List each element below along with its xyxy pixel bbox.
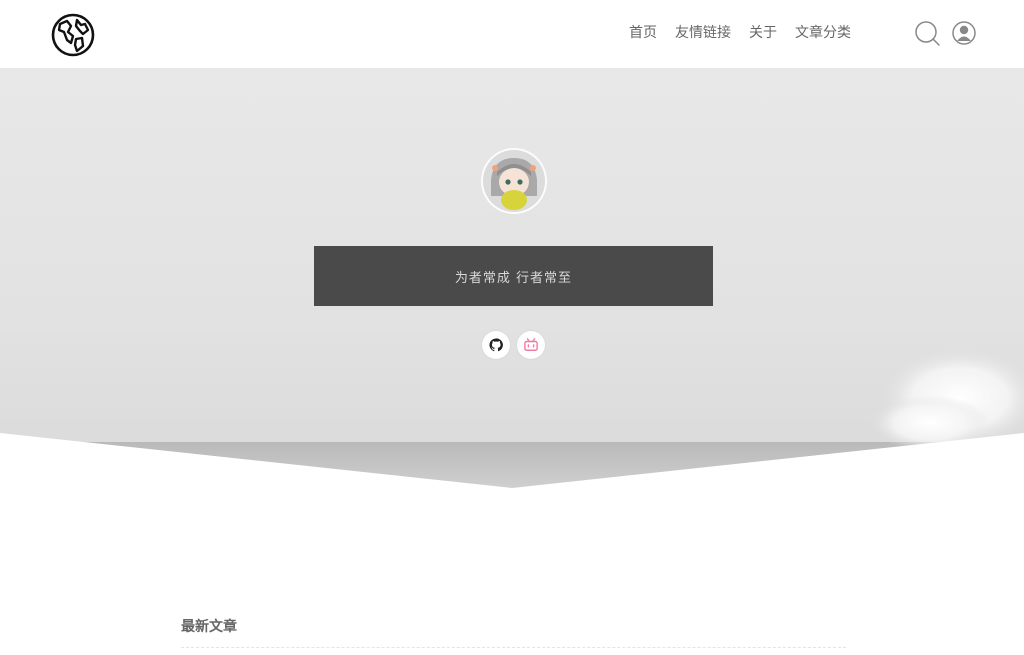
globe-icon[interactable] bbox=[50, 12, 96, 58]
bilibili-icon[interactable] bbox=[517, 331, 545, 359]
motto-box: 为者常成 行者常至 bbox=[314, 246, 713, 306]
motto-text: 为者常成 行者常至 bbox=[454, 270, 573, 286]
user-icon[interactable] bbox=[951, 20, 977, 46]
section-divider bbox=[181, 647, 846, 648]
site-header: 首页 友情链接 关于 文章分类 bbox=[0, 0, 1024, 68]
hero-banner: 为者常成 行者常至 bbox=[0, 68, 1024, 488]
nav-friend-links[interactable]: 友情链接 bbox=[666, 22, 740, 44]
search-icon[interactable] bbox=[914, 20, 940, 46]
nav-about[interactable]: 关于 bbox=[740, 22, 786, 44]
page: 首页 友情链接 关于 文章分类 为者常成 行者常至 最新文章 bbox=[0, 0, 1024, 655]
section-title-latest: 最新文章 bbox=[181, 619, 237, 635]
main-nav: 首页 友情链接 关于 文章分类 bbox=[620, 22, 860, 44]
avatar bbox=[481, 148, 547, 214]
nav-categories[interactable]: 文章分类 bbox=[786, 22, 860, 44]
github-icon[interactable] bbox=[482, 331, 510, 359]
nav-home[interactable]: 首页 bbox=[620, 22, 666, 44]
